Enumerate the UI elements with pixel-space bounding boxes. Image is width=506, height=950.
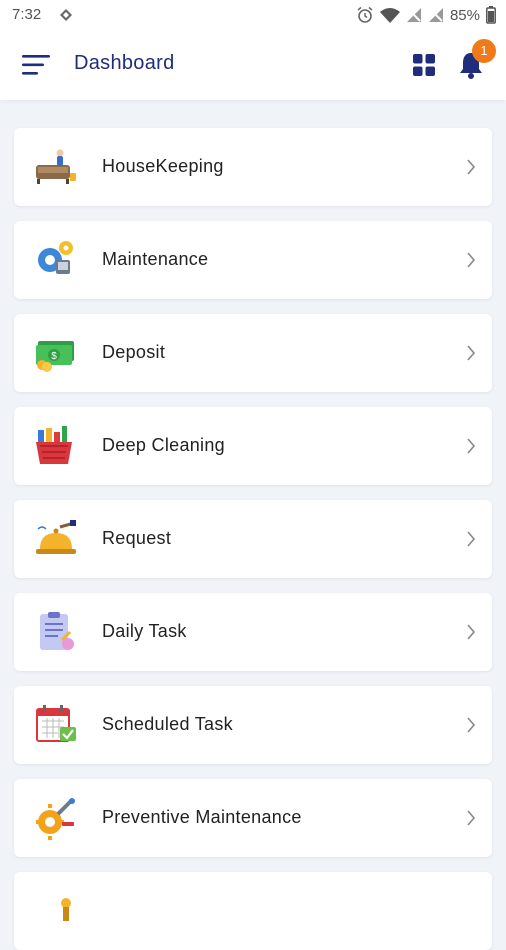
chevron-right-icon [467,717,476,733]
signal-off-icon-2 [428,8,443,22]
svg-text:$: $ [51,351,57,362]
deposit-icon: $ [36,341,74,372]
menu-item-deposit[interactable]: $ Deposit [14,314,492,392]
page-title: Dashboard [74,52,175,74]
partial-item-icon [61,898,71,921]
daily-task-icon [40,612,74,650]
menu-item-partial[interactable] [14,872,492,950]
status-icons: 85% [356,5,496,25]
menu-item-label: Deposit [102,342,166,362]
chevron-right-icon [467,438,476,454]
menu-item-scheduled-task[interactable]: Scheduled Task [14,686,492,764]
maintenance-icon [38,241,73,274]
grid-view-icon[interactable] [412,53,436,77]
notification-badge: 1 [472,39,496,63]
menu-item-label: Scheduled Task [102,714,233,734]
alarm-icon [357,6,373,23]
wifi-icon [379,8,400,23]
chevron-right-icon [467,810,476,826]
menu-item-daily-task[interactable]: Daily Task [14,593,492,671]
vpn-icon [60,9,72,21]
battery-icon [486,6,496,24]
battery-percent: 85% [449,6,480,24]
app-header: Dashboard 1 [0,30,506,100]
chevron-right-icon [467,159,476,175]
status-time: 7:32 [12,6,42,23]
chevron-right-icon [467,624,476,640]
housekeeping-icon [36,149,76,184]
menu-item-request[interactable]: Request [14,500,492,578]
dashboard-menu-list: HouseKeeping Maintenance $ Deposit Deep … [0,100,506,950]
chevron-right-icon [467,345,476,361]
menu-item-deep-cleaning[interactable]: Deep Cleaning [14,407,492,485]
menu-item-label: HouseKeeping [102,156,224,176]
deep-cleaning-icon [36,426,72,464]
menu-item-maintenance[interactable]: Maintenance [14,221,492,299]
scheduled-task-icon [36,705,76,742]
menu-item-housekeeping[interactable]: HouseKeeping [14,128,492,206]
status-bar: 7:32 85% [0,0,506,30]
chevron-right-icon [467,252,476,268]
menu-item-label: Maintenance [102,249,209,269]
chevron-right-icon [467,531,476,547]
request-bell-icon [36,520,76,554]
signal-off-icon [406,8,421,22]
menu-item-label: Deep Cleaning [102,435,225,455]
menu-item-label: Preventive Maintenance [102,807,302,827]
preventive-maintenance-icon [36,798,75,840]
menu-item-label: Request [102,528,172,548]
menu-icon[interactable] [22,53,52,77]
menu-item-preventive-maintenance[interactable]: Preventive Maintenance [14,779,492,857]
menu-item-label: Daily Task [102,621,187,641]
